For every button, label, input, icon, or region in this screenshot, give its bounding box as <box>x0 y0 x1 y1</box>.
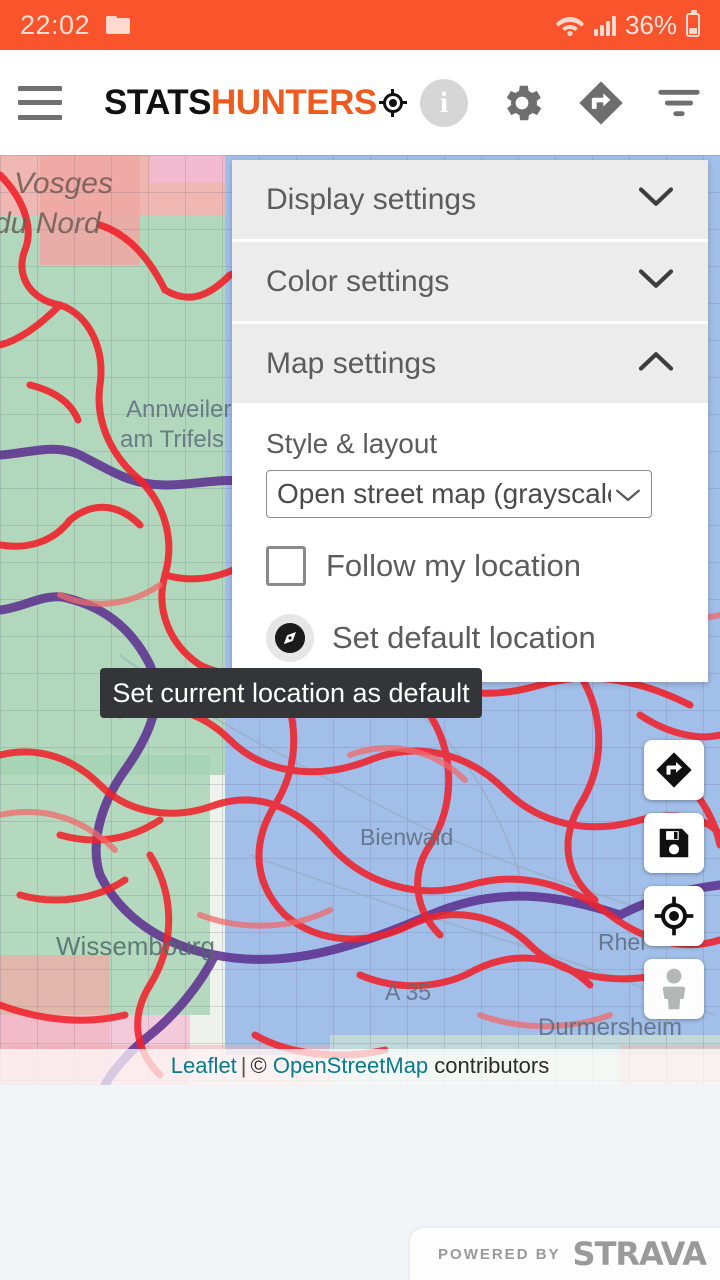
accordion-title: Map settings <box>266 346 437 380</box>
directions-icon[interactable] <box>576 78 626 128</box>
strava-brand-text: STRAVA <box>572 1235 707 1273</box>
svg-text:am Trifels: am Trifels <box>120 426 224 453</box>
folder-icon <box>106 16 131 34</box>
strava-powered-by-text: POWERED BY <box>438 1245 561 1263</box>
map-style-value: Open street map (grayscale <box>277 478 611 509</box>
app-header: STATSHUNTERS i <box>0 50 720 155</box>
crosshair-icon <box>654 896 694 936</box>
streetview-button[interactable] <box>644 959 704 1019</box>
directions-icon <box>656 752 692 788</box>
compass-icon[interactable] <box>266 614 314 662</box>
app-logo[interactable]: STATSHUNTERS <box>104 82 407 123</box>
svg-text:Bienwald: Bienwald <box>360 824 453 850</box>
attribution-separator: | <box>240 1053 247 1078</box>
info-icon[interactable]: i <box>420 78 468 127</box>
svg-text:du Nord: du Nord <box>0 207 102 240</box>
hamburger-menu-icon[interactable] <box>18 85 62 120</box>
follow-my-location-label: Follow my location <box>326 548 581 583</box>
tooltip: Set current location as default <box>100 668 482 718</box>
style-layout-label: Style & layout <box>266 428 438 459</box>
chevron-down-icon <box>638 186 674 213</box>
set-default-location-row[interactable]: Set default location <box>266 614 674 662</box>
set-default-location-label: Set default location <box>332 620 596 655</box>
chevron-up-icon <box>638 350 674 377</box>
logo-text-hunters: HUNTERS <box>211 82 377 122</box>
map-attribution: Leaflet | © OpenStreetMap contributors <box>0 1049 720 1085</box>
leaflet-link[interactable]: Leaflet <box>171 1053 237 1078</box>
openstreetmap-link[interactable]: OpenStreetMap <box>273 1053 428 1078</box>
status-bar: 22:02 36% <box>0 0 720 50</box>
svg-text:Vosges: Vosges <box>14 167 113 200</box>
header-icon-group: i <box>420 78 702 128</box>
settings-panel: Display settings Color settings Map sett… <box>232 160 708 682</box>
floppy-disk-icon <box>659 828 689 858</box>
save-button[interactable] <box>644 813 704 873</box>
gear-icon[interactable] <box>498 79 546 127</box>
app-root: 22:02 36% STATSHUNTERS i Vosges du Nord … <box>0 0 720 1280</box>
battery-icon <box>686 10 700 37</box>
accordion-title: Color settings <box>266 264 450 298</box>
svg-text:A 35: A 35 <box>385 979 431 1005</box>
status-time: 22:02 <box>20 9 91 40</box>
map-style-select[interactable]: Open street map (grayscale <box>266 470 652 518</box>
map-settings-body: Style & layout Open street map (grayscal… <box>232 404 708 682</box>
target-icon <box>378 88 407 117</box>
status-right-group: 36% <box>555 10 700 41</box>
map-controls <box>644 740 704 1019</box>
logo-text-stats: STATS <box>104 82 212 122</box>
directions-button[interactable] <box>644 740 704 800</box>
follow-my-location-row[interactable]: Follow my location <box>266 546 674 586</box>
svg-text:Rhei: Rhei <box>598 929 645 955</box>
svg-text:Wissembourg: Wissembourg <box>56 931 215 961</box>
accordion-title: Display settings <box>266 182 477 216</box>
accordion-map-settings[interactable]: Map settings <box>232 324 708 404</box>
follow-my-location-checkbox[interactable] <box>266 546 306 586</box>
attribution-suffix: contributors <box>434 1053 550 1078</box>
svg-text:Annweiler: Annweiler <box>126 396 231 423</box>
accordion-display-settings[interactable]: Display settings <box>232 160 708 240</box>
signal-bars-icon <box>593 14 616 36</box>
accordion-color-settings[interactable]: Color settings <box>232 242 708 322</box>
battery-percent: 36% <box>624 9 677 40</box>
locate-button[interactable] <box>644 886 704 946</box>
copyright-symbol: © <box>250 1053 267 1078</box>
pegman-icon <box>662 968 686 1010</box>
powered-by-strava-badge[interactable]: POWERED BY STRAVA <box>410 1228 720 1280</box>
filter-icon[interactable] <box>656 88 702 118</box>
wifi-icon <box>555 17 584 37</box>
chevron-down-icon <box>611 478 641 510</box>
chevron-down-icon <box>638 268 674 295</box>
